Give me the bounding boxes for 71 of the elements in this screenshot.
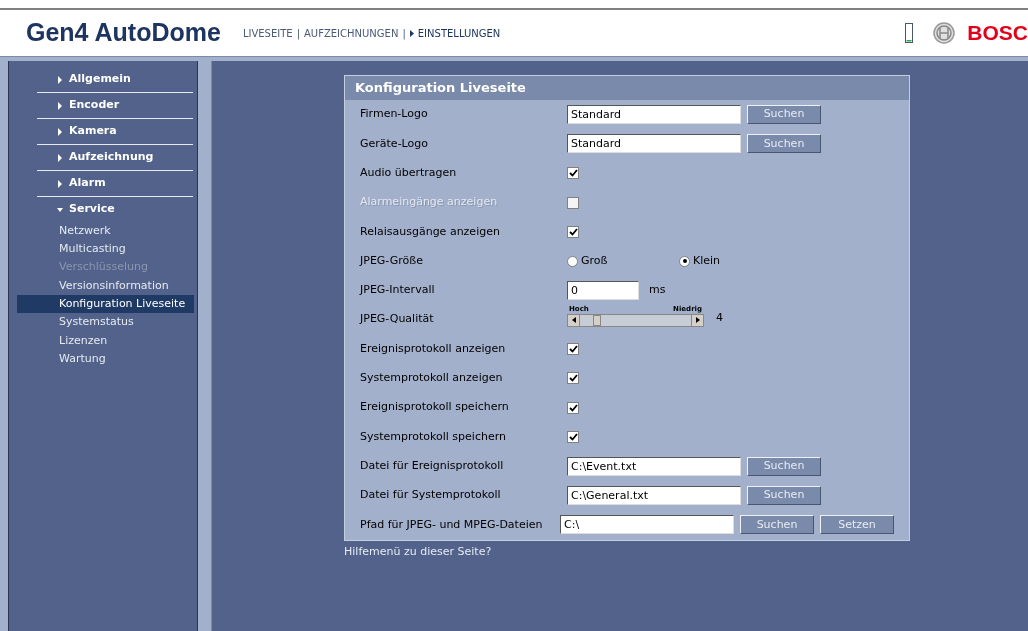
field-label: Firmen-Logo <box>360 106 429 123</box>
caret-icon <box>57 127 63 136</box>
circle-logo-icon <box>933 22 956 44</box>
slider-thumb[interactable] <box>593 314 602 326</box>
quality-slider[interactable] <box>567 313 704 327</box>
radio-button[interactable] <box>679 255 690 267</box>
radio-button[interactable] <box>567 255 578 267</box>
sidebar-section[interactable]: Encoder <box>37 93 177 118</box>
number-field[interactable]: 0 <box>567 280 639 300</box>
sidebar-section[interactable]: Service <box>37 197 177 222</box>
sidebar-item[interactable]: Multicasting <box>17 240 194 259</box>
sidebar-item[interactable]: Lizenzen <box>17 331 194 351</box>
nav-link[interactable]: AUFZEICHNUNGEN <box>304 25 399 41</box>
field-label: JPEG-Intervall <box>360 282 436 299</box>
text-field[interactable]: C:\ <box>560 515 734 535</box>
text-field[interactable]: Standard <box>567 134 741 154</box>
field-label: Datei für Ereignisprotokoll <box>360 457 505 474</box>
caret-icon <box>57 101 63 110</box>
browse-button[interactable]: Suchen <box>747 134 821 154</box>
nav-link[interactable]: LIVESEITE <box>242 25 293 41</box>
browse-button[interactable]: Suchen <box>747 456 821 476</box>
sidebar-item[interactable]: Netzwerk <box>17 222 194 241</box>
nav-separator: | <box>402 26 406 41</box>
checkbox[interactable] <box>567 401 579 414</box>
checkbox[interactable] <box>567 167 579 180</box>
field-label: Ereignisprotokoll anzeigen <box>360 340 507 357</box>
nav-link[interactable]: EINSTELLUNGEN <box>417 25 501 41</box>
sidebar-section[interactable]: Aufzeichnung <box>37 145 177 170</box>
field-label: Relaisausgänge anzeigen <box>360 223 501 240</box>
caret-icon <box>57 153 63 162</box>
field-label: Ereignisprotokoll speichern <box>360 399 510 416</box>
browse-button[interactable]: Suchen <box>740 515 814 535</box>
text-field[interactable]: Standard <box>567 105 741 125</box>
sidebar-item[interactable]: Wartung <box>17 350 194 369</box>
nav-separator: | <box>296 26 301 41</box>
field-label: Alarmeingänge anzeigen <box>360 194 499 211</box>
caret-icon <box>57 75 63 84</box>
panel-title: Konfiguration Liveseite <box>345 76 909 100</box>
sidebar-section[interactable]: Kamera <box>37 119 177 144</box>
sidebar-section[interactable]: Alarm <box>37 171 177 196</box>
option-label: Klein <box>693 252 721 269</box>
unit-label: ms <box>649 282 666 299</box>
sidebar-item[interactable]: Systemstatus <box>17 313 194 332</box>
sidebar-item[interactable]: Versionsinformation <box>17 276 194 296</box>
slider-value: 4 <box>716 310 723 327</box>
browse-button[interactable]: Suchen <box>747 105 821 125</box>
field-label: Datei für Systemprotokoll <box>360 487 502 504</box>
battery-icon <box>905 23 914 43</box>
sidebar-item[interactable]: Konfiguration Liveseite <box>17 295 194 314</box>
field-label: JPEG-Größe <box>360 252 424 269</box>
text-field[interactable]: C:\Event.txt <box>567 456 741 476</box>
checkbox[interactable] <box>567 225 579 238</box>
text-field[interactable]: C:\General.txt <box>567 486 741 505</box>
field-label: Audio übertragen <box>360 165 458 181</box>
sidebar-section[interactable]: Allgemein <box>37 67 177 92</box>
field-label: JPEG-Qualität <box>360 311 435 328</box>
field-label: Systemprotokoll anzeigen <box>360 370 504 387</box>
caret-icon <box>57 179 63 188</box>
app-title: Gen4 AutoDome <box>26 17 221 49</box>
checkbox[interactable] <box>567 430 579 443</box>
caret-icon <box>409 29 414 37</box>
checkbox[interactable] <box>567 372 579 385</box>
caret-icon <box>57 205 63 214</box>
checkbox[interactable] <box>567 343 579 355</box>
field-label: Systemprotokoll speichern <box>360 428 507 445</box>
help-link[interactable]: Hilfemenü zu dieser Seite? <box>344 544 1028 561</box>
brand-logo: BOSC <box>967 20 1028 47</box>
field-label: Geräte-Logo <box>360 135 429 152</box>
field-label: Pfad für JPEG- und MPEG-Dateien <box>360 516 544 533</box>
browse-button[interactable]: Suchen <box>747 486 821 505</box>
option-label: Groß <box>581 252 608 269</box>
